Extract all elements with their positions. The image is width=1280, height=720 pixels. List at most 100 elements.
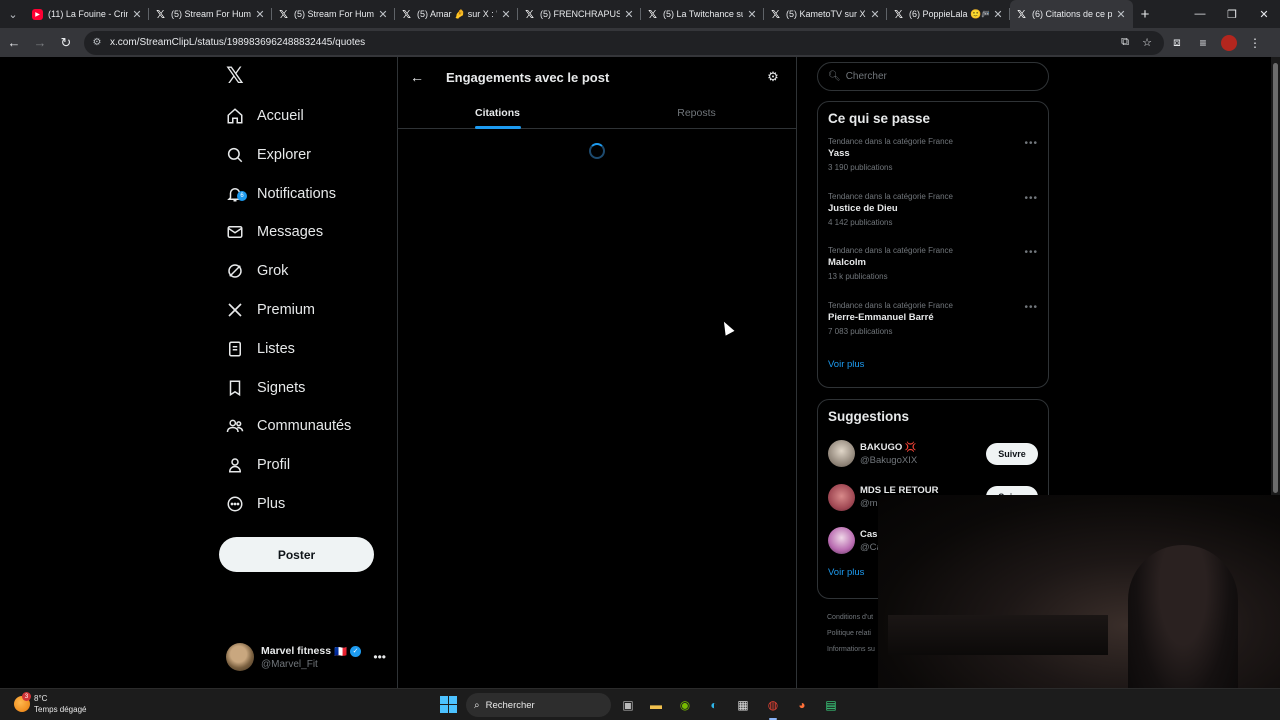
browser-tab[interactable]: 𝕏(5) Stream For Human✕ (149, 0, 272, 28)
tab-search-icon[interactable]: ⌄ (0, 0, 26, 28)
weather-widget[interactable]: 3 8°C Temps dégagé (14, 692, 86, 715)
nvidia-icon[interactable]: ◉ (675, 695, 695, 715)
close-tab-icon[interactable]: ✕ (746, 8, 758, 21)
start-button-icon[interactable] (440, 696, 457, 713)
search-box[interactable]: 🔍︎ (817, 62, 1049, 91)
more-dots-icon[interactable]: ••• (1024, 302, 1038, 313)
more-dots-icon[interactable]: ••• (1024, 138, 1038, 149)
trend-category: Tendance dans la catégorie France (828, 191, 953, 201)
browser-tab-active[interactable]: 𝕏 (6) Citations de ce po ✕ (1010, 0, 1133, 28)
trend-item[interactable]: Tendance dans la catégorie France Justic… (818, 187, 1048, 242)
site-info-icon[interactable]: ⚙ (90, 36, 104, 50)
list-icon (218, 340, 252, 358)
trend-item[interactable]: Tendance dans la catégorie France Malcol… (818, 241, 1048, 296)
menu-icon[interactable]: ⋮ (1242, 31, 1268, 55)
close-tab-icon[interactable]: ✕ (1115, 8, 1127, 21)
nav-item-listes[interactable]: Listes (218, 330, 388, 368)
browser-tab[interactable]: 𝕏 (6) PoppieLala 🙂🎮 ✕ (887, 0, 1010, 28)
more-dots-icon[interactable]: ••• (1024, 193, 1038, 204)
x-logo-icon[interactable]: 𝕏 (226, 65, 246, 87)
nav-item-explorer[interactable]: Explorer (218, 136, 388, 174)
more-dots-icon[interactable]: ••• (373, 650, 386, 664)
trend-name: Pierre-Emmanuel Barré (828, 311, 934, 323)
tab-reposts[interactable]: Reposts (597, 97, 796, 128)
file-explorer-icon[interactable]: ▬ (646, 695, 666, 715)
trend-category: Tendance dans la catégorie France (828, 300, 953, 310)
x-logo-icon: 𝕏 (1017, 8, 1026, 21)
store-icon[interactable]: ▦ (733, 695, 753, 715)
minimize-icon[interactable]: — (1184, 0, 1216, 28)
close-tab-icon[interactable]: ✕ (131, 8, 143, 21)
suggestion-item[interactable]: BAKUGO 💢 @BakugoXIX Suivre (818, 432, 1048, 476)
task-view-icon[interactable]: ▣ (618, 695, 638, 715)
nav-item-profil[interactable]: Profil (218, 446, 388, 484)
trend-item[interactable]: Tendance dans la catégorie France Pierre… (818, 296, 1048, 351)
tab-citations[interactable]: Citations (398, 97, 597, 128)
person-icon (218, 456, 252, 474)
nav-item-notifications[interactable]: 6 Notifications (218, 175, 388, 213)
x-logo-icon: 𝕏 (894, 8, 903, 21)
trend-count: 13 k publications (828, 272, 888, 281)
browser-tab[interactable]: 𝕏 (5) La Twitchance sur ✕ (641, 0, 764, 28)
app-icon[interactable]: ▤ (821, 695, 841, 715)
more-dots-icon[interactable]: ••• (1024, 247, 1038, 258)
close-tab-icon[interactable]: ✕ (500, 8, 512, 21)
footer-link[interactable]: Politique relati (827, 626, 875, 642)
account-switcher[interactable]: Marvel fitness 🇫🇷 ✓ @Marvel_Fit ••• (226, 639, 396, 675)
browser-tab-bar: ⌄ ▶ (11) La Fouine - Crim ✕ 𝕏 (5) Stream Fo… (0, 0, 1280, 28)
left-sidebar: 𝕏 Accueil Explorer 6 Notifications Messa… (218, 57, 396, 688)
forward-icon[interactable]: → (28, 31, 52, 55)
nav-item-premium[interactable]: Premium (218, 291, 388, 329)
footer-link[interactable]: Informations su (827, 642, 875, 658)
bookmark-star-icon[interactable]: ☆ (1136, 36, 1158, 49)
nav-item-messages[interactable]: Messages (218, 213, 388, 251)
browser-tab[interactable]: 𝕏 (5) Amar 🤌 sur X : "(✕ (395, 0, 518, 28)
scrollbar-thumb[interactable] (1273, 63, 1278, 493)
nav-item-plus[interactable]: Plus (218, 485, 388, 523)
back-icon[interactable]: ← (2, 31, 26, 55)
loading-spinner-icon (589, 143, 605, 159)
nav-item-accueil[interactable]: Accueil (218, 97, 388, 135)
browser-tab[interactable]: 𝕏 (5) KametoTV sur X : ✕ (764, 0, 887, 28)
close-tab-icon[interactable]: ✕ (992, 8, 1004, 21)
browser-tab[interactable]: 𝕏(5) Stream For Human✕ (272, 0, 395, 28)
footer-link[interactable]: Conditions d'ut (827, 610, 875, 626)
filter-settings-icon[interactable]: ⚙ (756, 69, 790, 85)
media-icon[interactable]: ≡ (1190, 31, 1216, 55)
nav-item-grok[interactable]: Grok (218, 252, 388, 290)
trends-show-more-link[interactable]: Voir plus (818, 350, 1048, 370)
close-tab-icon[interactable]: ✕ (254, 8, 266, 21)
taskbar-search[interactable]: ⌕ Rechercher (466, 693, 611, 717)
back-arrow-icon[interactable]: ← (400, 69, 434, 85)
post-button[interactable]: Poster (219, 537, 374, 572)
browser-tab[interactable]: ▶ (11) La Fouine - Crim ✕ (26, 0, 149, 28)
url-text[interactable]: x.com/StreamClipL/status/198983696248883… (110, 37, 1114, 48)
x-logo-icon: 𝕏 (156, 8, 165, 21)
follow-button[interactable]: Suivre (986, 442, 1038, 465)
extensions-icon[interactable]: ⧈ (1164, 31, 1190, 55)
nav-item-signets[interactable]: Signets (218, 369, 388, 407)
verified-badge-icon: ✓ (350, 645, 362, 657)
trend-category: Tendance dans la catégorie France (828, 246, 953, 255)
chrome-icon[interactable]: ◍ (763, 695, 783, 720)
edge-icon[interactable]: ◐ (704, 695, 724, 715)
reload-icon[interactable]: ↻ (54, 31, 78, 55)
nav-item-communautes[interactable]: Communautés (218, 407, 388, 445)
close-tab-icon[interactable]: ✕ (869, 8, 881, 21)
url-bar[interactable]: ⚙ x.com/StreamClipL/status/1989836962488… (84, 30, 1164, 55)
close-tab-icon[interactable]: ✕ (377, 8, 389, 21)
main-column: ← Engagements avec le post ⚙ Citations R… (397, 57, 797, 688)
restore-icon[interactable]: ❐ (1216, 0, 1248, 28)
install-app-icon[interactable]: ⧉ (1114, 36, 1136, 49)
search-input[interactable] (845, 71, 1026, 82)
close-window-icon[interactable]: ✕ (1248, 0, 1280, 28)
account-handle: @Marvel_Fit (261, 658, 318, 670)
profile-avatar[interactable] (1221, 34, 1237, 51)
trend-item[interactable]: Tendance dans la catégorie France Yass 3… (818, 132, 1048, 187)
new-tab-button[interactable]: + (1133, 6, 1157, 23)
trend-category: Tendance dans la catégorie France (828, 137, 953, 146)
close-tab-icon[interactable]: ✕ (623, 8, 635, 21)
firefox-icon[interactable]: ◕ (792, 695, 812, 715)
browser-tab[interactable]: 𝕏(5) FRENCHRAPUS sur✕ (518, 0, 641, 28)
x-logo-icon: 𝕏 (402, 8, 411, 21)
